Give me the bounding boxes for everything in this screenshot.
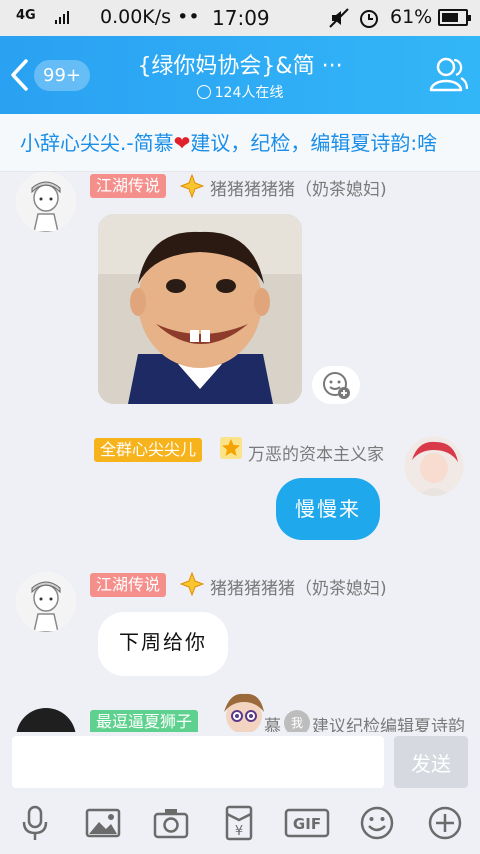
clock: 17:09 [212,6,270,30]
chat-header: 99+ {绿你妈协会}&简 ··· 124人在线 [0,36,480,114]
mute-icon [329,8,349,28]
diamond-star-icon [180,174,204,198]
battery-percent: 61% [390,6,433,28]
group-title: {绿你妈协会}&简 ··· [137,54,343,79]
message-input[interactable] [12,736,384,788]
avatar[interactable] [16,572,76,632]
chevron-left-icon [11,59,28,91]
member-title-badge: 全群心尖尖儿 [94,438,203,462]
gif-icon[interactable]: GIF [284,804,330,842]
alarm-icon [360,10,378,28]
group-notice-bar[interactable]: 小辞心尖尖.-简慕❤建议，纪检，编辑夏诗韵:啥 [0,114,480,172]
online-count[interactable]: 124人在线 [120,82,360,102]
network-indicator: 4G [16,8,36,23]
heart-icon: ❤ [173,131,191,155]
back-button[interactable]: 99+ [8,56,94,94]
net-speed: 0.00K/s •• [100,6,200,28]
bottom-toolbar: ¥ GIF [0,792,480,854]
signal-icon [55,11,69,24]
self-avatar[interactable] [404,436,464,496]
diamond-star-icon [180,572,204,596]
camera-icon[interactable] [152,804,190,842]
member-title-badge: 江湖传说 [90,174,167,198]
status-bar: 4G 0.00K/s •• 17:09 61% [0,0,480,36]
group-members-icon[interactable] [428,56,468,92]
add-sticker-button[interactable] [312,366,360,404]
emoji-add-icon [323,372,350,399]
message-bubble[interactable]: 慢慢来 [276,478,380,540]
chevron-down-icon [196,85,211,99]
avatar[interactable] [16,172,76,232]
send-button[interactable]: 发送 [394,736,468,788]
microphone-icon[interactable] [16,804,54,842]
sender-nickname: 猪猪猪猪猪（奶茶媳妇) [210,579,387,599]
image-icon[interactable] [84,804,122,842]
sticker-image[interactable] [98,214,302,404]
yuan-symbol: ¥ [235,824,243,839]
message-bubble[interactable]: 下周给你 [98,612,228,676]
red-packet-icon[interactable]: ¥ [220,804,258,842]
plus-icon[interactable] [426,804,464,842]
unread-count-badge: 99+ [34,59,90,91]
star-icon [220,437,242,459]
sender-nickname: 猪猪猪猪猪（奶茶媳妇) [210,180,387,200]
sender-nickname: 万恶的资本主义家 [248,445,384,465]
input-bar: 发送 [0,732,480,792]
battery-icon [438,9,471,26]
gif-label: GIF [293,815,321,833]
member-title-badge: 江湖传说 [90,573,167,597]
emoji-icon[interactable] [358,804,396,842]
member-title-badge: 最逗逼夏狮子 [90,710,199,734]
